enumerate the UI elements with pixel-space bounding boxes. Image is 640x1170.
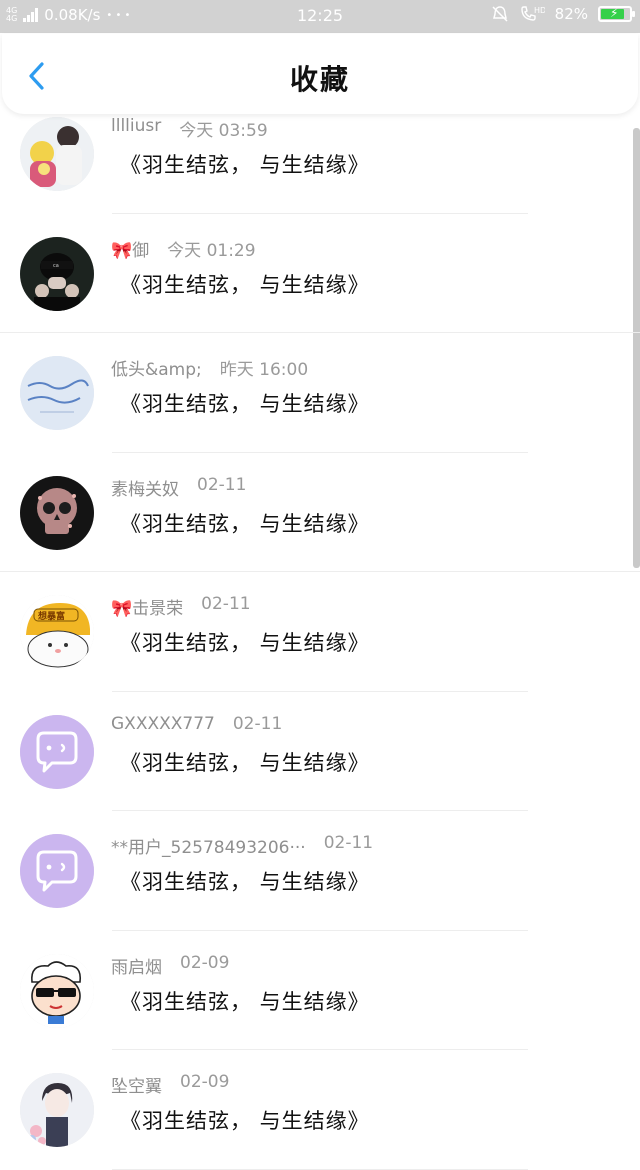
- item-content: 《羽生结弦， 与生结缘》: [120, 392, 370, 416]
- avatar-default-chat[interactable]: [20, 714, 94, 789]
- avatar-photo-cat-helmet[interactable]: 想暴富: [20, 595, 94, 669]
- list-item[interactable]: **用户_52578493206··· 02-11 《羽生结弦， 与生结缘》: [0, 811, 640, 931]
- list-item[interactable]: GXXXXX777 02-11 《羽生结弦， 与生结缘》: [0, 692, 640, 811]
- item-content: 《羽生结弦， 与生结缘》: [120, 511, 370, 536]
- list-item[interactable]: 想暴富 🎀击景荣 02-11 《羽生结弦， 与生结缘》: [0, 572, 640, 692]
- item-content: 《羽生结弦， 与生结缘》: [120, 870, 370, 894]
- list-item[interactable]: 雨启烟 02-09 《羽生结弦， 与生结缘》: [0, 931, 640, 1050]
- user-name[interactable]: 🎀击景荣: [111, 594, 183, 619]
- timestamp: 昨天 16:00: [219, 360, 309, 380]
- item-content: 《羽生结弦， 与生结缘》: [120, 631, 370, 655]
- avatar-photo-blue-text[interactable]: [20, 356, 94, 430]
- status-bar: 4G 4G 0.08K/s • • • 12:25 HD 82% ⚡: [0, 0, 640, 33]
- avatar-photo-girl[interactable]: [20, 117, 94, 191]
- item-meta: 🎀御 今天 01:29: [111, 236, 256, 261]
- page-title: 收藏: [289, 63, 350, 96]
- item-content: 《羽生结弦， 与生结缘》: [120, 989, 370, 1014]
- user-name[interactable]: 坠空翼: [111, 1072, 162, 1097]
- charging-icon: ⚡: [610, 6, 619, 20]
- user-name[interactable]: 🎀御: [111, 236, 149, 261]
- user-name[interactable]: GXXXXX777: [111, 714, 215, 734]
- user-name[interactable]: lllliusr: [111, 116, 161, 141]
- item-content: 《羽生结弦， 与生结缘》: [120, 1109, 370, 1133]
- timestamp: 今天 03:59: [179, 121, 268, 141]
- item-content: 《羽生结弦， 与生结缘》: [120, 153, 370, 177]
- battery-percent: 82%: [554, 5, 588, 23]
- list-item[interactable]: 素梅关奴 02-11 《羽生结弦， 与生结缘》: [0, 453, 640, 572]
- hd-call-icon: HD: [520, 6, 545, 21]
- item-content: 《羽生结弦， 与生结缘》: [120, 750, 370, 775]
- user-name[interactable]: **用户_52578493206···: [111, 833, 306, 858]
- item-meta: **用户_52578493206··· 02-11: [111, 833, 373, 858]
- item-meta: 雨启烟 02-09: [111, 953, 229, 978]
- timestamp: 02-11: [197, 474, 247, 495]
- avatar-photo-black-hat[interactable]: ca: [20, 236, 94, 311]
- divider: [112, 1168, 528, 1170]
- nav-header: 收藏: [2, 34, 638, 114]
- battery-icon: ⚡: [598, 6, 635, 22]
- avatar-photo-floral-skull[interactable]: [20, 475, 94, 550]
- list-item[interactable]: ca 🎀御 今天 01:29 《羽生结弦， 与生结缘》: [0, 214, 640, 333]
- timestamp: 02-11: [201, 594, 251, 614]
- timestamp: 02-09: [180, 1072, 230, 1092]
- list-item[interactable]: 坠空翼 02-09 《羽生结弦， 与生结缘》: [0, 1050, 640, 1170]
- list-item[interactable]: 低头&amp; 昨天 16:00 《羽生结弦， 与生结缘》: [0, 333, 640, 453]
- item-meta: 低头&amp; 昨天 16:00: [111, 355, 308, 380]
- item-meta: GXXXXX777 02-11: [111, 714, 282, 734]
- user-name[interactable]: 低头&amp;: [111, 355, 202, 380]
- avatar-photo-cartoon-sunglasses[interactable]: [20, 953, 94, 1028]
- avatar-default-chat[interactable]: [20, 834, 94, 908]
- svg-text:ca: ca: [53, 263, 59, 269]
- item-meta: 坠空翼 02-09: [111, 1072, 229, 1097]
- svg-text:HD: HD: [534, 6, 545, 15]
- user-name[interactable]: 雨启烟: [111, 953, 162, 978]
- item-content: 《羽生结弦， 与生结缘》: [120, 272, 370, 297]
- timestamp: 02-11: [232, 713, 283, 734]
- timestamp: 今天 01:29: [167, 240, 256, 261]
- timestamp: 02-09: [180, 952, 230, 973]
- favorites-list: lllliusr 今天 03:59 《羽生结弦， 与生结缘》 ca 🎀御 今天 …: [0, 94, 640, 1170]
- svg-text:想暴富: 想暴富: [37, 610, 65, 622]
- timestamp: 02-11: [323, 833, 374, 853]
- item-meta: lllliusr 今天 03:59: [111, 116, 268, 141]
- status-right: HD 82% ⚡: [491, 5, 635, 23]
- item-meta: 🎀击景荣 02-11: [111, 594, 251, 619]
- bell-muted-icon: [492, 6, 508, 22]
- item-meta: 素梅关奴 02-11: [111, 475, 246, 500]
- avatar-photo-anime-boy[interactable]: [20, 1073, 94, 1147]
- user-name[interactable]: 素梅关奴: [111, 475, 179, 500]
